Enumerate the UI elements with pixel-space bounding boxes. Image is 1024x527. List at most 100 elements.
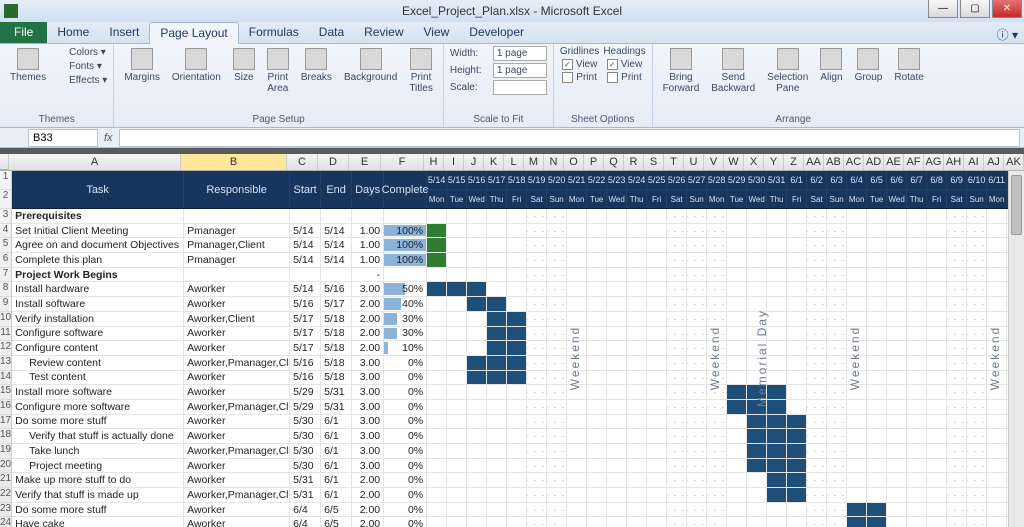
col-header-AI[interactable]: AI bbox=[964, 154, 984, 170]
headings-print-check[interactable]: Print bbox=[607, 72, 642, 83]
help-icon[interactable]: ⓘ ▾ bbox=[997, 26, 1018, 43]
file-tab[interactable]: File bbox=[0, 21, 47, 43]
orientation-button[interactable]: Orientation bbox=[168, 46, 225, 85]
col-header-AA[interactable]: AA bbox=[804, 154, 824, 170]
col-header-W[interactable]: W bbox=[724, 154, 744, 170]
background-button[interactable]: Background bbox=[340, 46, 401, 85]
col-header-Y[interactable]: Y bbox=[764, 154, 784, 170]
col-header-Q[interactable]: Q bbox=[604, 154, 624, 170]
rotate-button[interactable]: Rotate bbox=[890, 46, 927, 85]
col-header-E[interactable]: E bbox=[349, 154, 381, 170]
col-header-R[interactable]: R bbox=[624, 154, 644, 170]
ribbon-tab-page-layout[interactable]: Page Layout bbox=[149, 22, 238, 44]
col-header-AE[interactable]: AE bbox=[884, 154, 904, 170]
select-all-corner[interactable] bbox=[0, 154, 9, 170]
col-header-U[interactable]: U bbox=[684, 154, 704, 170]
header-start: Start bbox=[290, 171, 321, 208]
send-backward-button[interactable]: Send Backward bbox=[707, 46, 759, 96]
col-header-AB[interactable]: AB bbox=[824, 154, 844, 170]
width-spin[interactable]: 1 page bbox=[493, 46, 547, 61]
align-button[interactable]: Align bbox=[816, 46, 846, 85]
gridlines-print-check[interactable]: Print bbox=[562, 72, 597, 83]
col-header-P[interactable]: P bbox=[584, 154, 604, 170]
col-header-V[interactable]: V bbox=[704, 154, 724, 170]
scale-spin[interactable] bbox=[493, 80, 547, 95]
col-header-K[interactable]: K bbox=[484, 154, 504, 170]
fonts-button[interactable]: Fonts ▾ bbox=[54, 60, 107, 72]
col-header-X[interactable]: X bbox=[744, 154, 764, 170]
minimize-button[interactable]: — bbox=[928, 0, 958, 18]
height-spin[interactable]: 1 page bbox=[493, 63, 547, 78]
header-task: Task bbox=[12, 171, 184, 208]
header-date-5/30: 5/30Wed bbox=[747, 171, 767, 208]
scroll-thumb[interactable] bbox=[1011, 175, 1022, 235]
row-headers[interactable]: 1234567891011121314151617181920212223242… bbox=[0, 171, 12, 527]
col-header-AJ[interactable]: AJ bbox=[984, 154, 1004, 170]
col-header-B[interactable]: B bbox=[181, 154, 287, 170]
col-header-T[interactable]: T bbox=[664, 154, 684, 170]
group-button[interactable]: Group bbox=[851, 46, 887, 85]
ribbon-tab-home[interactable]: Home bbox=[47, 22, 99, 43]
group-themes: Themes Colors ▾ Fonts ▾ Effects ▾ Themes bbox=[0, 44, 114, 127]
header-date-5/23: 5/23Wed bbox=[607, 171, 627, 208]
col-header-AH[interactable]: AH bbox=[944, 154, 964, 170]
ribbon-tab-formulas[interactable]: Formulas bbox=[239, 22, 309, 43]
breaks-button[interactable]: Breaks bbox=[297, 46, 336, 85]
header-date-6/4: 6/4Mon bbox=[847, 171, 867, 208]
selection-pane-button[interactable]: Selection Pane bbox=[763, 46, 812, 96]
col-header-N[interactable]: N bbox=[544, 154, 564, 170]
ribbon-tab-insert[interactable]: Insert bbox=[99, 22, 149, 43]
margins-button[interactable]: Margins bbox=[120, 46, 164, 85]
col-header-Z[interactable]: Z bbox=[784, 154, 804, 170]
header-date-5/20: 5/20Sun bbox=[547, 171, 567, 208]
group-page-setup: Margins Orientation Size Print Area Brea… bbox=[114, 44, 444, 127]
group-scale: Width:1 page Height:1 page Scale: Scale … bbox=[444, 44, 554, 127]
size-button[interactable]: Size bbox=[229, 46, 259, 85]
column-headers[interactable]: ABCDEFHIJKLMNOPQRSTUVWXYZAAABACADAEAFAGA… bbox=[0, 154, 1024, 171]
col-header-D[interactable]: D bbox=[318, 154, 349, 170]
col-header-L[interactable]: L bbox=[504, 154, 524, 170]
ribbon-tab-data[interactable]: Data bbox=[309, 22, 354, 43]
header-date-6/1: 6/1Fri bbox=[787, 171, 807, 208]
close-button[interactable]: ✕ bbox=[992, 0, 1022, 18]
ribbon-tab-view[interactable]: View bbox=[414, 22, 460, 43]
colors-button[interactable]: Colors ▾ bbox=[54, 46, 107, 58]
col-header-H[interactable]: H bbox=[424, 154, 444, 170]
header-date-5/18: 5/18Fri bbox=[507, 171, 527, 208]
maximize-button[interactable]: ▢ bbox=[960, 0, 990, 18]
name-box[interactable]: B33 bbox=[28, 129, 98, 147]
fx-icon[interactable]: fx bbox=[104, 132, 113, 144]
col-header-I[interactable]: I bbox=[444, 154, 464, 170]
col-header-AF[interactable]: AF bbox=[904, 154, 924, 170]
col-header-AC[interactable]: AC bbox=[844, 154, 864, 170]
header-date-6/11: 6/11Mon bbox=[987, 171, 1007, 208]
col-header-O[interactable]: O bbox=[564, 154, 584, 170]
header-date-6/6: 6/6Wed bbox=[887, 171, 907, 208]
grid-area[interactable]: TaskResponsibleStartEndDaysComplete5/14M… bbox=[12, 171, 1024, 527]
col-header-J[interactable]: J bbox=[464, 154, 484, 170]
headings-view-check[interactable]: ✓View bbox=[607, 59, 643, 70]
col-header-F[interactable]: F bbox=[381, 154, 424, 170]
ribbon-tab-developer[interactable]: Developer bbox=[459, 22, 534, 43]
col-header-AK[interactable]: AK bbox=[1004, 154, 1024, 170]
gridlines-view-check[interactable]: ✓View bbox=[562, 59, 598, 70]
themes-button[interactable]: Themes bbox=[6, 46, 50, 85]
header-date-6/2: 6/2Sat bbox=[807, 171, 827, 208]
effects-button[interactable]: Effects ▾ bbox=[54, 74, 107, 86]
print-titles-button[interactable]: Print Titles bbox=[405, 46, 437, 96]
col-header-M[interactable]: M bbox=[524, 154, 544, 170]
col-header-S[interactable]: S bbox=[644, 154, 664, 170]
formula-bar: B33 fx bbox=[0, 128, 1024, 148]
ribbon-tab-review[interactable]: Review bbox=[354, 22, 413, 43]
header-date-5/21: 5/21Mon bbox=[567, 171, 587, 208]
print-area-button[interactable]: Print Area bbox=[263, 46, 293, 96]
worksheet[interactable]: 1234567891011121314151617181920212223242… bbox=[0, 171, 1024, 527]
formula-input[interactable] bbox=[119, 129, 1020, 147]
bring-forward-button[interactable]: Bring Forward bbox=[659, 46, 704, 96]
col-header-A[interactable]: A bbox=[9, 154, 181, 170]
header-date-5/29: 5/29Tue bbox=[727, 171, 747, 208]
col-header-AD[interactable]: AD bbox=[864, 154, 884, 170]
vertical-scrollbar[interactable] bbox=[1008, 171, 1024, 527]
col-header-C[interactable]: C bbox=[287, 154, 318, 170]
col-header-AG[interactable]: AG bbox=[924, 154, 944, 170]
